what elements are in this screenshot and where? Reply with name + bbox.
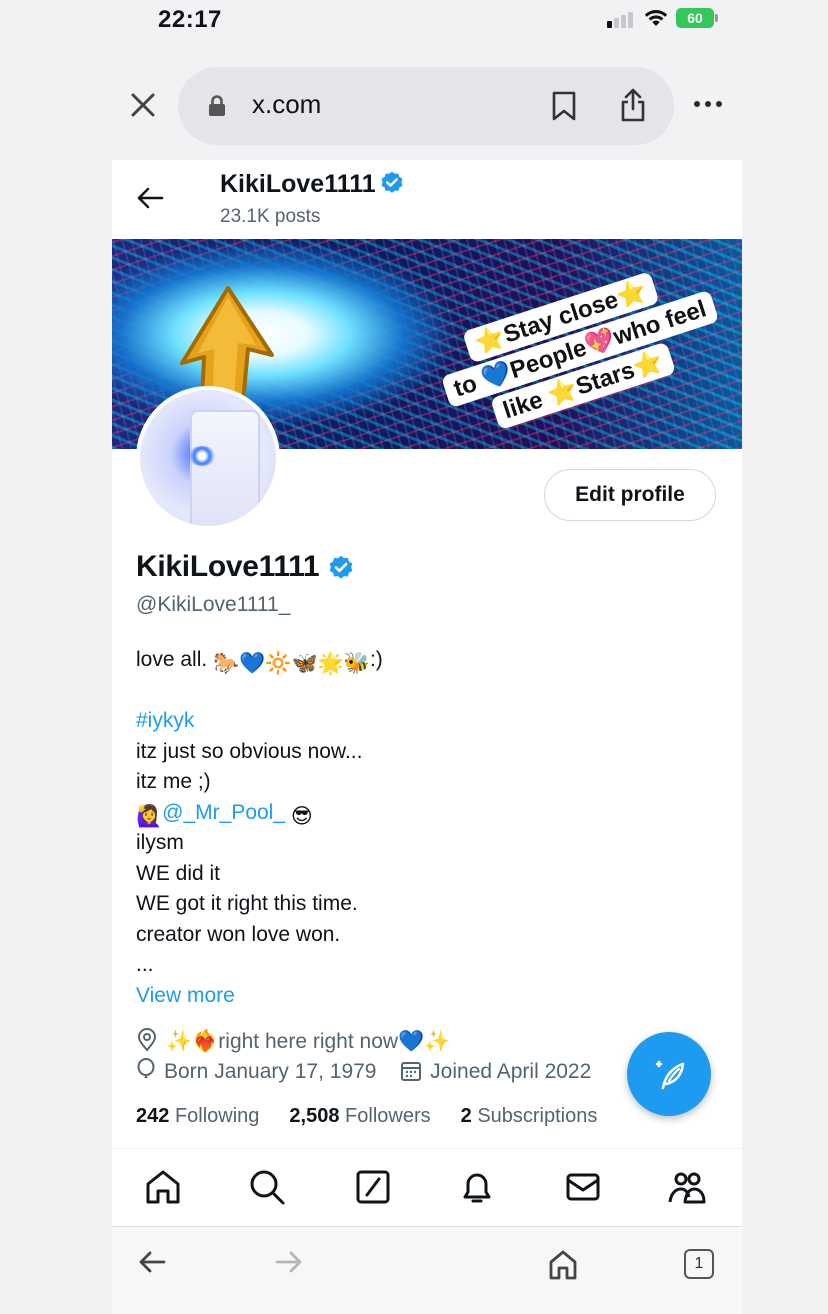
wifi-icon xyxy=(644,10,668,26)
bio-smiley: :) xyxy=(369,648,383,671)
browser-back-icon[interactable] xyxy=(137,1249,167,1275)
bio-line: itz me ;) xyxy=(136,770,211,793)
subscriptions-link[interactable]: 2 Subscriptions xyxy=(461,1105,598,1127)
birth-date: Born January 17, 1979 xyxy=(164,1060,377,1083)
search-icon[interactable] xyxy=(247,1167,287,1207)
grok-icon[interactable] xyxy=(353,1167,393,1207)
profile-page: KikiLove1111 23.1K posts ⭐Stay close⭐ to… xyxy=(112,160,742,1226)
mention-link[interactable]: @_Mr_Pool_ xyxy=(162,801,285,824)
followers-label: Followers xyxy=(345,1105,431,1127)
battery-indicator: 60 xyxy=(676,8,714,28)
messages-icon[interactable] xyxy=(563,1167,603,1207)
lock-icon xyxy=(209,95,225,116)
cellular-signal-icon xyxy=(607,10,637,28)
tab-count: 1 xyxy=(694,1255,704,1272)
view-more-label[interactable]: View more xyxy=(136,984,235,1007)
edit-profile-button[interactable]: Edit profile xyxy=(544,469,716,521)
following-label: Following xyxy=(174,1105,260,1127)
notifications-icon[interactable] xyxy=(457,1167,497,1207)
subscriptions-label: Subscriptions xyxy=(477,1105,598,1127)
sunglasses-emoji: 😎 xyxy=(290,804,313,828)
status-bar: 22:17 60 xyxy=(0,0,828,50)
share-icon[interactable] xyxy=(619,87,647,123)
browser-home-icon[interactable] xyxy=(547,1249,579,1281)
banner-quote: ⭐Stay close⭐ to 💙People💖who feel like ⭐S… xyxy=(430,261,720,446)
url-text: x.com xyxy=(252,89,322,119)
bio-line: love all. 🐎💙🔆🦋🌟🐝:) xyxy=(136,645,726,676)
calendar-icon xyxy=(401,1062,422,1081)
subscriptions-count: 2 xyxy=(460,1105,472,1127)
bottom-tab-bar xyxy=(112,1148,742,1226)
avatar-light-graphic xyxy=(188,446,216,466)
bio-emoji: 🐎💙🔆🦋🌟🐝 xyxy=(213,652,370,675)
home-icon[interactable] xyxy=(143,1167,183,1207)
profile-handle: @KikiLove1111_ xyxy=(136,593,291,616)
location-text: ✨❤️‍🔥right here right now💙✨ xyxy=(166,1030,451,1053)
verified-badge-icon xyxy=(381,171,403,193)
communities-icon[interactable] xyxy=(667,1167,707,1207)
balloon-icon xyxy=(137,1058,155,1078)
bio-line: creator won love won. xyxy=(136,922,341,946)
following-link[interactable]: 242 Following xyxy=(136,1105,259,1127)
compose-feather-icon xyxy=(655,1060,685,1090)
post-count: 23.1K posts xyxy=(220,206,321,227)
browser-tabs-button[interactable]: 1 xyxy=(684,1249,714,1279)
hashtag-link[interactable]: #iykyk xyxy=(136,709,194,732)
status-time: 22:17 xyxy=(158,6,222,33)
joined-date: Joined April 2022 xyxy=(430,1060,592,1083)
profile-name: KikiLove1111 xyxy=(136,550,320,583)
bio-line: itz just so obvious now... xyxy=(136,739,363,763)
browser-forward-icon[interactable] xyxy=(274,1249,304,1275)
bookmark-icon[interactable] xyxy=(551,90,577,122)
compose-post-button[interactable] xyxy=(627,1032,711,1116)
close-icon[interactable] xyxy=(128,90,158,120)
browser-bottom-bar: 1 xyxy=(112,1226,742,1314)
followers-link[interactable]: 2,508 Followers xyxy=(289,1105,430,1127)
bio-line: WE did it xyxy=(136,861,221,885)
address-bar[interactable]: x.com xyxy=(178,67,674,145)
following-count: 242 xyxy=(136,1105,170,1127)
battery-level: 60 xyxy=(687,10,703,26)
bio-text: love all. xyxy=(136,648,208,671)
bio-line: WE got it right this time. xyxy=(136,892,358,915)
battery-nub xyxy=(715,14,718,22)
back-arrow-icon[interactable] xyxy=(136,186,164,210)
browser-toolbar: x.com xyxy=(0,50,828,160)
location-pin-icon xyxy=(137,1028,157,1052)
verified-badge-icon xyxy=(329,555,353,579)
followers-count: 2,508 xyxy=(289,1105,340,1127)
bio-line: #iykyk xyxy=(136,706,726,737)
avatar[interactable] xyxy=(136,386,280,530)
bio-line: 🙋‍♀️@_Mr_Pool_ 😎 xyxy=(136,798,726,829)
follow-stats: 242 Following 2,508 Followers 2 Subscripti… xyxy=(136,1105,597,1128)
view-more-link[interactable]: View more xyxy=(136,981,726,1012)
bio-line: ilysm xyxy=(136,831,184,854)
profile-bio: love all. 🐎💙🔆🦋🌟🐝:) #iykyk itz just so ob… xyxy=(136,645,726,1011)
avatar-door-graphic xyxy=(190,410,260,526)
bio-blank-line xyxy=(136,676,726,707)
more-options-icon[interactable] xyxy=(694,95,724,115)
header-name: KikiLove1111 xyxy=(220,170,376,198)
bio-ellipsis: ... xyxy=(136,953,154,976)
